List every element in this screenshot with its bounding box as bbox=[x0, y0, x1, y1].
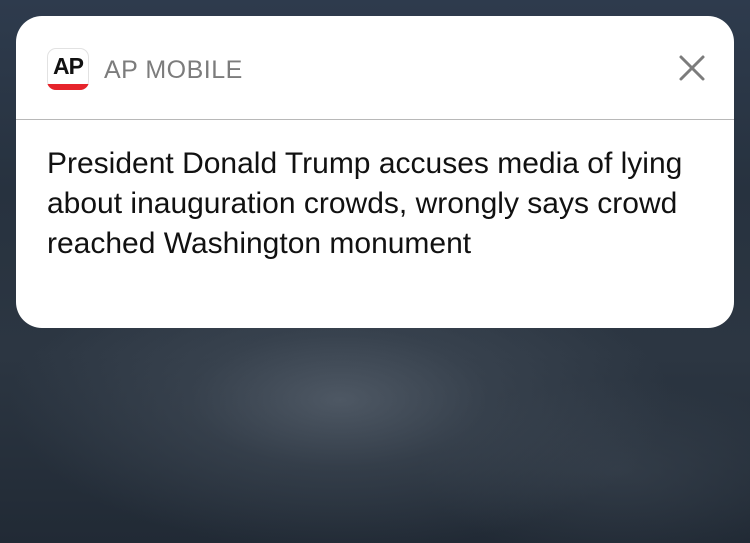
notification-card[interactable]: AP AP MOBILE President Donald Trump accu… bbox=[16, 16, 734, 328]
app-name: AP MOBILE bbox=[104, 56, 243, 84]
app-icon-label: AP bbox=[53, 53, 84, 79]
ap-app-icon: AP bbox=[47, 48, 89, 90]
close-button[interactable] bbox=[676, 52, 708, 84]
notification-header: AP AP MOBILE bbox=[16, 16, 734, 120]
app-icon-red-bar bbox=[47, 84, 89, 90]
close-icon bbox=[679, 55, 705, 81]
notification-message: President Donald Trump accuses media of … bbox=[47, 147, 683, 260]
